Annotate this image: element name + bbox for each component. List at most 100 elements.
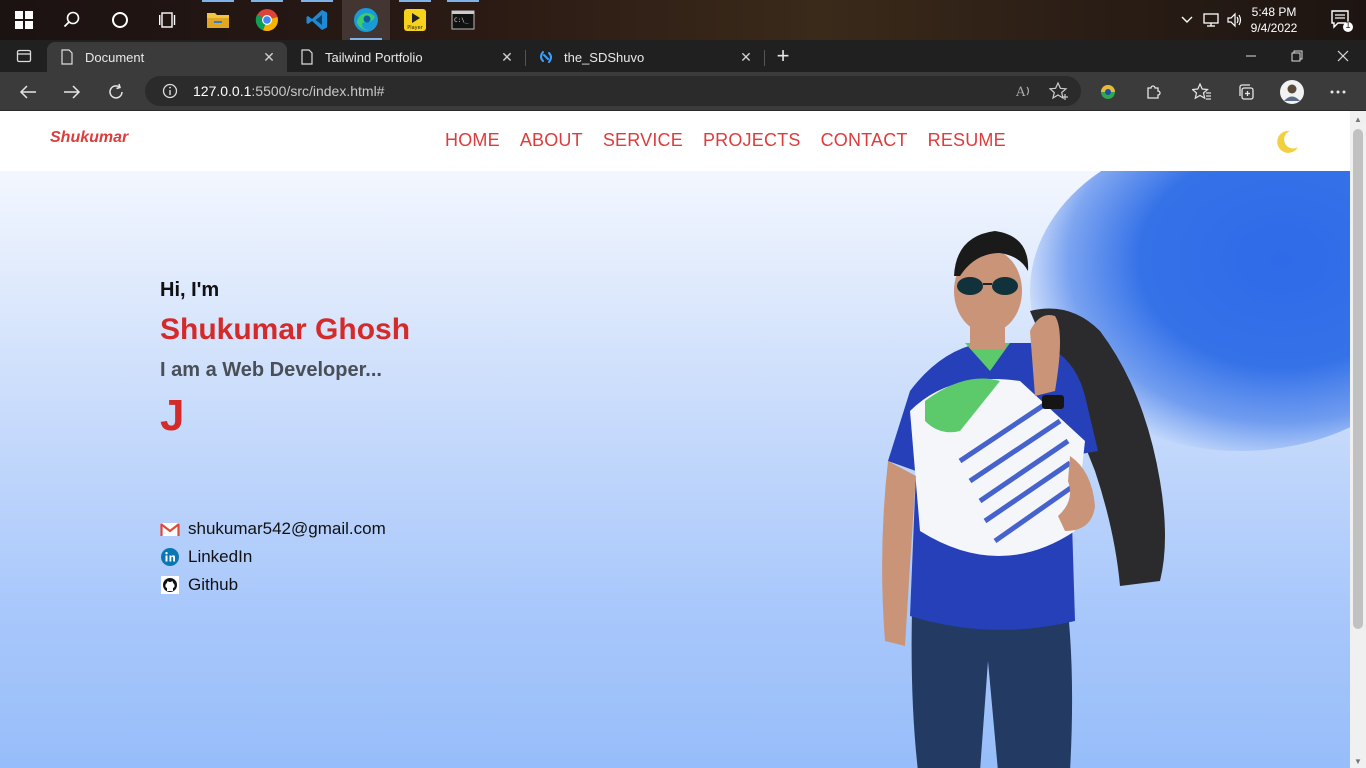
volume-icon[interactable] [1226,12,1244,28]
close-window-button[interactable] [1320,40,1366,72]
contact-email[interactable]: shukumar542@gmail.com [160,515,386,543]
site-logo[interactable]: Shukumar [50,129,128,147]
scroll-up-arrow-icon[interactable]: ▲ [1354,115,1362,124]
clock[interactable]: 5:48 PM 9/4/2022 [1244,4,1304,36]
forward-button[interactable] [57,77,87,107]
vscode-button[interactable] [293,0,341,40]
puzzle-icon [1147,85,1161,99]
browser-tab-strip: Document ✕ Tailwind Portfolio ✕ the_SDSh… [0,40,1366,72]
chrome-icon [255,9,278,32]
nav-projects[interactable]: PROJECTS [703,130,801,151]
scroll-down-arrow-icon[interactable]: ▼ [1354,757,1362,766]
more-menu-button[interactable] [1323,77,1353,107]
terminal-button[interactable]: C:\_ [439,0,487,40]
add-favorite-icon[interactable] [1048,81,1069,100]
tab-title: Tailwind Portfolio [325,49,423,65]
search-button[interactable] [48,0,96,40]
notification-center-button[interactable]: 1 [1330,8,1354,32]
nav-contact[interactable]: CONTACT [821,130,908,151]
minimize-button[interactable] [1228,40,1274,72]
player-button[interactable]: Player [391,0,439,40]
minimize-icon [1246,55,1256,57]
tab-actions-icon [16,49,32,63]
file-explorer-icon [207,13,229,28]
edge-button[interactable] [342,0,390,40]
tab-tailwind-portfolio[interactable]: Tailwind Portfolio ✕ [287,42,525,72]
task-view-button[interactable] [144,0,192,40]
network-icon[interactable] [1202,12,1220,28]
collections-button[interactable] [1231,77,1261,107]
player-icon: Player [404,9,426,31]
avatar [1280,80,1304,104]
cortana-button[interactable] [96,0,144,40]
svg-text:C:\_: C:\_ [454,17,469,24]
vscode-icon [306,10,327,30]
favorites-icon [1192,83,1211,100]
tab-the-sdshuvo[interactable]: the_SDShuvo ✕ [526,42,764,72]
tab-document[interactable]: Document ✕ [47,42,287,72]
page-scrollbar[interactable]: ▲ ▼ [1350,111,1366,768]
contact-github-text: Github [188,575,239,594]
document-icon [59,49,75,65]
nav-resume[interactable]: RESUME [928,130,1006,151]
read-aloud-icon[interactable]: A [1015,82,1033,100]
nav-about[interactable]: ABOUT [520,130,583,151]
edge-icon [354,8,378,32]
nav-service[interactable]: SERVICE [603,130,683,151]
restore-button[interactable] [1274,40,1320,72]
profile-photo [882,231,1165,768]
contact-email-text: shukumar542@gmail.com [188,519,386,538]
extension-colorful-icon [1101,85,1115,99]
chevron-up-icon[interactable] [1180,12,1196,28]
close-tab-icon[interactable]: ✕ [261,49,277,65]
restore-icon [1291,50,1303,62]
shazam-icon [538,49,554,65]
refresh-button[interactable] [101,77,131,107]
favorites-button[interactable] [1187,77,1217,107]
start-button[interactable] [0,0,48,40]
tab-title: the_SDShuvo [564,49,645,65]
address-bar[interactable]: 127.0.0.1:5500/src/index.html# A [145,76,1081,106]
gmail-icon [160,519,180,539]
windows-taskbar: Player C:\_ 5:48 PM 9/4/2022 1 [0,0,1366,40]
collections-icon [1239,84,1254,100]
page-viewport: Shukumar HOME ABOUT SERVICE PROJECTS CON… [0,111,1350,768]
more-dots-icon [1330,90,1346,94]
windows-logo-icon [15,11,33,29]
chrome-button[interactable] [243,0,291,40]
url-path: :5500/src/index.html# [251,83,385,99]
site-info-icon[interactable] [162,83,178,99]
extension-button[interactable] [1093,77,1123,107]
contact-list: shukumar542@gmail.com LinkedIn Github [160,515,386,599]
theme-toggle-button[interactable] [1272,128,1300,156]
tab-actions-button[interactable] [9,41,39,71]
close-tab-icon[interactable]: ✕ [499,49,515,65]
notification-count: 1 [1345,20,1351,30]
document-icon [299,49,315,65]
site-header: Shukumar HOME ABOUT SERVICE PROJECTS CON… [0,111,1350,171]
url-text[interactable]: 127.0.0.1:5500/src/index.html# [193,83,384,99]
new-tab-button[interactable]: + [768,41,798,71]
url-host: 127.0.0.1 [193,83,252,99]
contact-github[interactable]: Github [160,571,386,599]
github-icon [160,575,180,595]
extensions-button[interactable] [1138,77,1168,107]
back-arrow-icon [19,85,36,99]
file-explorer-button[interactable] [194,0,242,40]
scrollbar-thumb[interactable] [1353,129,1363,629]
back-button[interactable] [13,77,43,107]
browser-toolbar: 127.0.0.1:5500/src/index.html# A [0,72,1366,111]
terminal-icon: C:\_ [451,10,475,30]
contact-linkedin[interactable]: LinkedIn [160,543,386,571]
nav-home[interactable]: HOME [445,130,500,151]
search-icon [63,11,80,28]
tab-title: Document [85,49,145,65]
hero-name: Shukumar Ghosh [160,313,411,346]
forward-arrow-icon [64,85,81,99]
player-label: Player [407,25,424,31]
typed-text: J [160,391,185,440]
close-tab-icon[interactable]: ✕ [738,49,754,65]
hero-role: I am a Web Developer... [160,359,382,381]
profile-button[interactable] [1277,77,1307,107]
greeting: Hi, I'm [160,279,220,301]
